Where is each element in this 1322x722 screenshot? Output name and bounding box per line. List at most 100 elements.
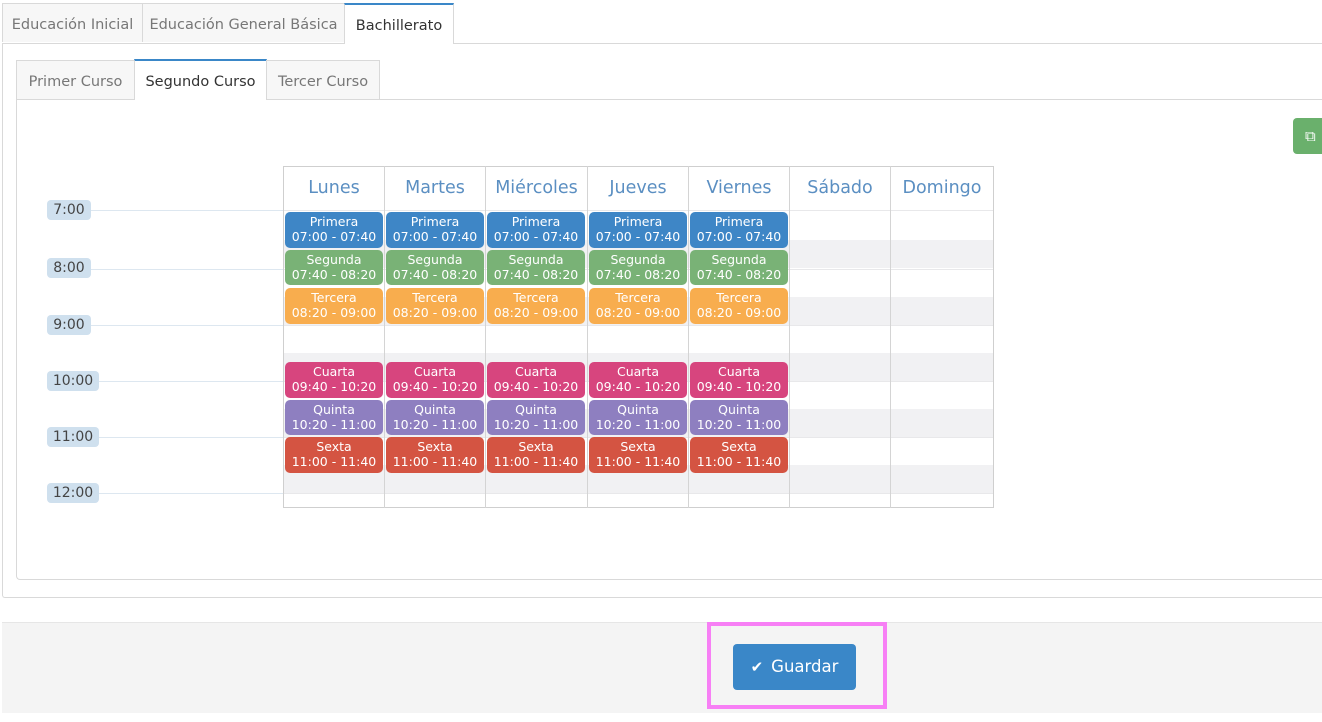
- row-line: [284, 210, 993, 211]
- period-name: Sexta: [620, 439, 656, 454]
- period-time: 07:00 - 07:40: [595, 229, 681, 244]
- class-period-sexta[interactable]: Sexta 11:00 - 11:40: [386, 437, 484, 473]
- class-period-segunda[interactable]: Segunda 07:40 - 08:20: [589, 250, 687, 285]
- period-time: 10:20 - 11:00: [291, 417, 377, 432]
- day-divider: [587, 166, 588, 508]
- class-period-cuarta[interactable]: Cuarta 09:40 - 10:20: [589, 362, 687, 398]
- class-period-primera[interactable]: Primera 07:00 - 07:40: [690, 212, 788, 248]
- class-period-segunda[interactable]: Segunda 07:40 - 08:20: [690, 250, 788, 285]
- class-period-quinta[interactable]: Quinta 10:20 - 11:00: [690, 400, 788, 435]
- period-time: 07:40 - 08:20: [595, 267, 681, 282]
- period-time: 07:40 - 08:20: [696, 267, 782, 282]
- time-gridline: [90, 437, 284, 438]
- tab-educacion-general-basica[interactable]: Educación General Básica: [142, 3, 345, 42]
- period-name: Cuarta: [514, 364, 557, 379]
- period-name: Sexta: [417, 439, 453, 454]
- class-period-primera[interactable]: Primera 07:00 - 07:40: [386, 212, 484, 248]
- period-name: Segunda: [306, 252, 362, 267]
- period-time: 11:00 - 11:40: [696, 454, 782, 469]
- class-period-quinta[interactable]: Quinta 10:20 - 11:00: [589, 400, 687, 435]
- time-label: 10:00: [47, 371, 99, 391]
- period-name: Segunda: [407, 252, 463, 267]
- class-period-segunda[interactable]: Segunda 07:40 - 08:20: [386, 250, 484, 285]
- period-time: 09:40 - 10:20: [291, 379, 377, 394]
- class-period-sexta[interactable]: Sexta 11:00 - 11:40: [589, 437, 687, 473]
- class-period-quinta[interactable]: Quinta 10:20 - 11:00: [285, 400, 383, 435]
- period-name: Primera: [511, 214, 561, 229]
- class-period-quinta[interactable]: Quinta 10:20 - 11:00: [487, 400, 585, 435]
- period-name: Primera: [309, 214, 359, 229]
- class-period-sexta[interactable]: Sexta 11:00 - 11:40: [285, 437, 383, 473]
- class-period-cuarta[interactable]: Cuarta 09:40 - 10:20: [487, 362, 585, 398]
- period-name: Quinta: [313, 402, 355, 417]
- period-name: Sexta: [721, 439, 757, 454]
- class-period-sexta[interactable]: Sexta 11:00 - 11:40: [487, 437, 585, 473]
- tab-segundo-curso[interactable]: Segundo Curso: [134, 59, 267, 100]
- period-time: 09:40 - 10:20: [595, 379, 681, 394]
- tab-bachillerato[interactable]: Bachillerato: [344, 3, 454, 44]
- time-gridline: [90, 325, 284, 326]
- tab-tercer-curso[interactable]: Tercer Curso: [266, 60, 380, 99]
- time-gridline: [90, 381, 284, 382]
- class-period-sexta[interactable]: Sexta 11:00 - 11:40: [690, 437, 788, 473]
- save-button-label: Guardar: [771, 657, 839, 676]
- class-period-tercera[interactable]: Tercera 08:20 - 09:00: [386, 288, 484, 324]
- row-line: [284, 325, 993, 326]
- save-button[interactable]: ✔ Guardar: [733, 644, 856, 690]
- class-period-tercera[interactable]: Tercera 08:20 - 09:00: [690, 288, 788, 324]
- period-name: Quinta: [617, 402, 659, 417]
- day-divider: [789, 166, 790, 508]
- day-header-lunes: Lunes: [308, 178, 360, 198]
- period-name: Tercera: [412, 290, 458, 305]
- time-label: 7:00: [47, 200, 91, 220]
- period-name: Segunda: [610, 252, 666, 267]
- day-divider: [890, 166, 891, 508]
- class-period-tercera[interactable]: Tercera 08:20 - 09:00: [285, 288, 383, 324]
- period-time: 08:20 - 09:00: [493, 305, 579, 320]
- class-period-primera[interactable]: Primera 07:00 - 07:40: [487, 212, 585, 248]
- period-time: 07:40 - 08:20: [291, 267, 377, 282]
- period-name: Tercera: [311, 290, 357, 305]
- class-period-primera[interactable]: Primera 07:00 - 07:40: [589, 212, 687, 248]
- period-name: Primera: [714, 214, 764, 229]
- period-time: 11:00 - 11:40: [291, 454, 377, 469]
- class-period-cuarta[interactable]: Cuarta 09:40 - 10:20: [285, 362, 383, 398]
- period-name: Segunda: [508, 252, 564, 267]
- period-name: Primera: [410, 214, 460, 229]
- class-period-cuarta[interactable]: Cuarta 09:40 - 10:20: [690, 362, 788, 398]
- time-label: 8:00: [47, 258, 91, 278]
- level-tabs: Educación Inicial Educación General Bási…: [2, 3, 1322, 44]
- day-header-sabado: Sábado: [807, 178, 873, 198]
- period-time: 10:20 - 11:00: [595, 417, 681, 432]
- time-label: 9:00: [47, 315, 91, 335]
- period-name: Cuarta: [717, 364, 760, 379]
- tab-primer-curso[interactable]: Primer Curso: [16, 60, 135, 99]
- period-name: Primera: [613, 214, 663, 229]
- period-name: Quinta: [515, 402, 557, 417]
- period-name: Cuarta: [312, 364, 355, 379]
- check-icon: ✔: [750, 658, 764, 676]
- period-name: Sexta: [518, 439, 554, 454]
- period-time: 08:20 - 09:00: [696, 305, 782, 320]
- class-period-quinta[interactable]: Quinta 10:20 - 11:00: [386, 400, 484, 435]
- class-period-segunda[interactable]: Segunda 07:40 - 08:20: [487, 250, 585, 285]
- time-gridline: [90, 269, 284, 270]
- period-name: Sexta: [316, 439, 352, 454]
- class-period-cuarta[interactable]: Cuarta 09:40 - 10:20: [386, 362, 484, 398]
- day-divider: [688, 166, 689, 508]
- period-time: 08:20 - 09:00: [595, 305, 681, 320]
- day-header-martes: Martes: [405, 178, 465, 198]
- period-time: 07:40 - 08:20: [493, 267, 579, 282]
- period-time: 09:40 - 10:20: [696, 379, 782, 394]
- copy-button[interactable]: ⧉: [1293, 118, 1322, 154]
- class-period-tercera[interactable]: Tercera 08:20 - 09:00: [487, 288, 585, 324]
- tab-educacion-inicial[interactable]: Educación Inicial: [2, 3, 143, 42]
- class-period-tercera[interactable]: Tercera 08:20 - 09:00: [589, 288, 687, 324]
- period-time: 07:00 - 07:40: [291, 229, 377, 244]
- period-time: 07:00 - 07:40: [392, 229, 478, 244]
- period-name: Cuarta: [413, 364, 456, 379]
- class-period-primera[interactable]: Primera 07:00 - 07:40: [285, 212, 383, 248]
- class-period-segunda[interactable]: Segunda 07:40 - 08:20: [285, 250, 383, 285]
- course-tabs: Primer Curso Segundo Curso Tercer Curso: [16, 59, 1322, 100]
- day-header-domingo: Domingo: [902, 178, 982, 198]
